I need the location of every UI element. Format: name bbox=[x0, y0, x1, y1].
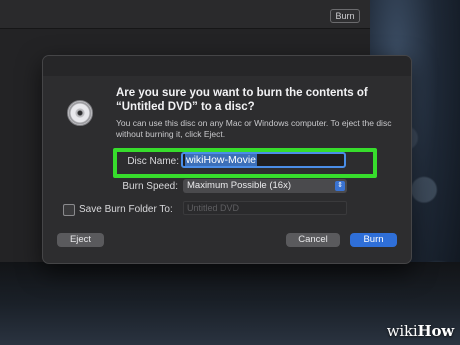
dialog-title: Are you sure you want to burn the conten… bbox=[116, 87, 368, 113]
burn-speed-value: Maximum Possible (16x) bbox=[187, 180, 291, 191]
disc-name-label: Disc Name: bbox=[127, 156, 179, 167]
save-burn-folder-label: Save Burn Folder To: bbox=[79, 204, 173, 215]
burn-speed-label: Burn Speed: bbox=[122, 181, 178, 192]
watermark-prefix: wiki bbox=[386, 322, 418, 340]
burn-button[interactable]: Burn bbox=[350, 233, 397, 247]
watermark-suffix: How bbox=[417, 322, 455, 340]
dvd-disc-icon bbox=[67, 100, 93, 126]
burn-speed-select[interactable]: Maximum Possible (16x) ⇕ bbox=[183, 179, 347, 193]
cancel-button[interactable]: Cancel bbox=[286, 233, 340, 247]
dialog-title-strip bbox=[43, 56, 411, 76]
burn-dialog: Are you sure you want to burn the conten… bbox=[42, 55, 412, 264]
save-burn-folder-checkbox[interactable] bbox=[63, 204, 75, 216]
wikihow-watermark: wikiHow bbox=[387, 322, 454, 340]
dialog-description: You can use this disc on any Mac or Wind… bbox=[116, 118, 392, 139]
disc-name-value: wikiHow-Movie bbox=[185, 154, 258, 166]
finder-toolbar: Burn bbox=[0, 0, 370, 29]
disc-name-input[interactable]: wikiHow-Movie bbox=[181, 152, 346, 168]
chevron-updown-icon: ⇕ bbox=[335, 181, 345, 191]
eject-button[interactable]: Eject bbox=[57, 233, 104, 247]
save-folder-field[interactable]: Untitled DVD bbox=[183, 201, 347, 215]
toolbar-burn-button[interactable]: Burn bbox=[330, 9, 360, 23]
